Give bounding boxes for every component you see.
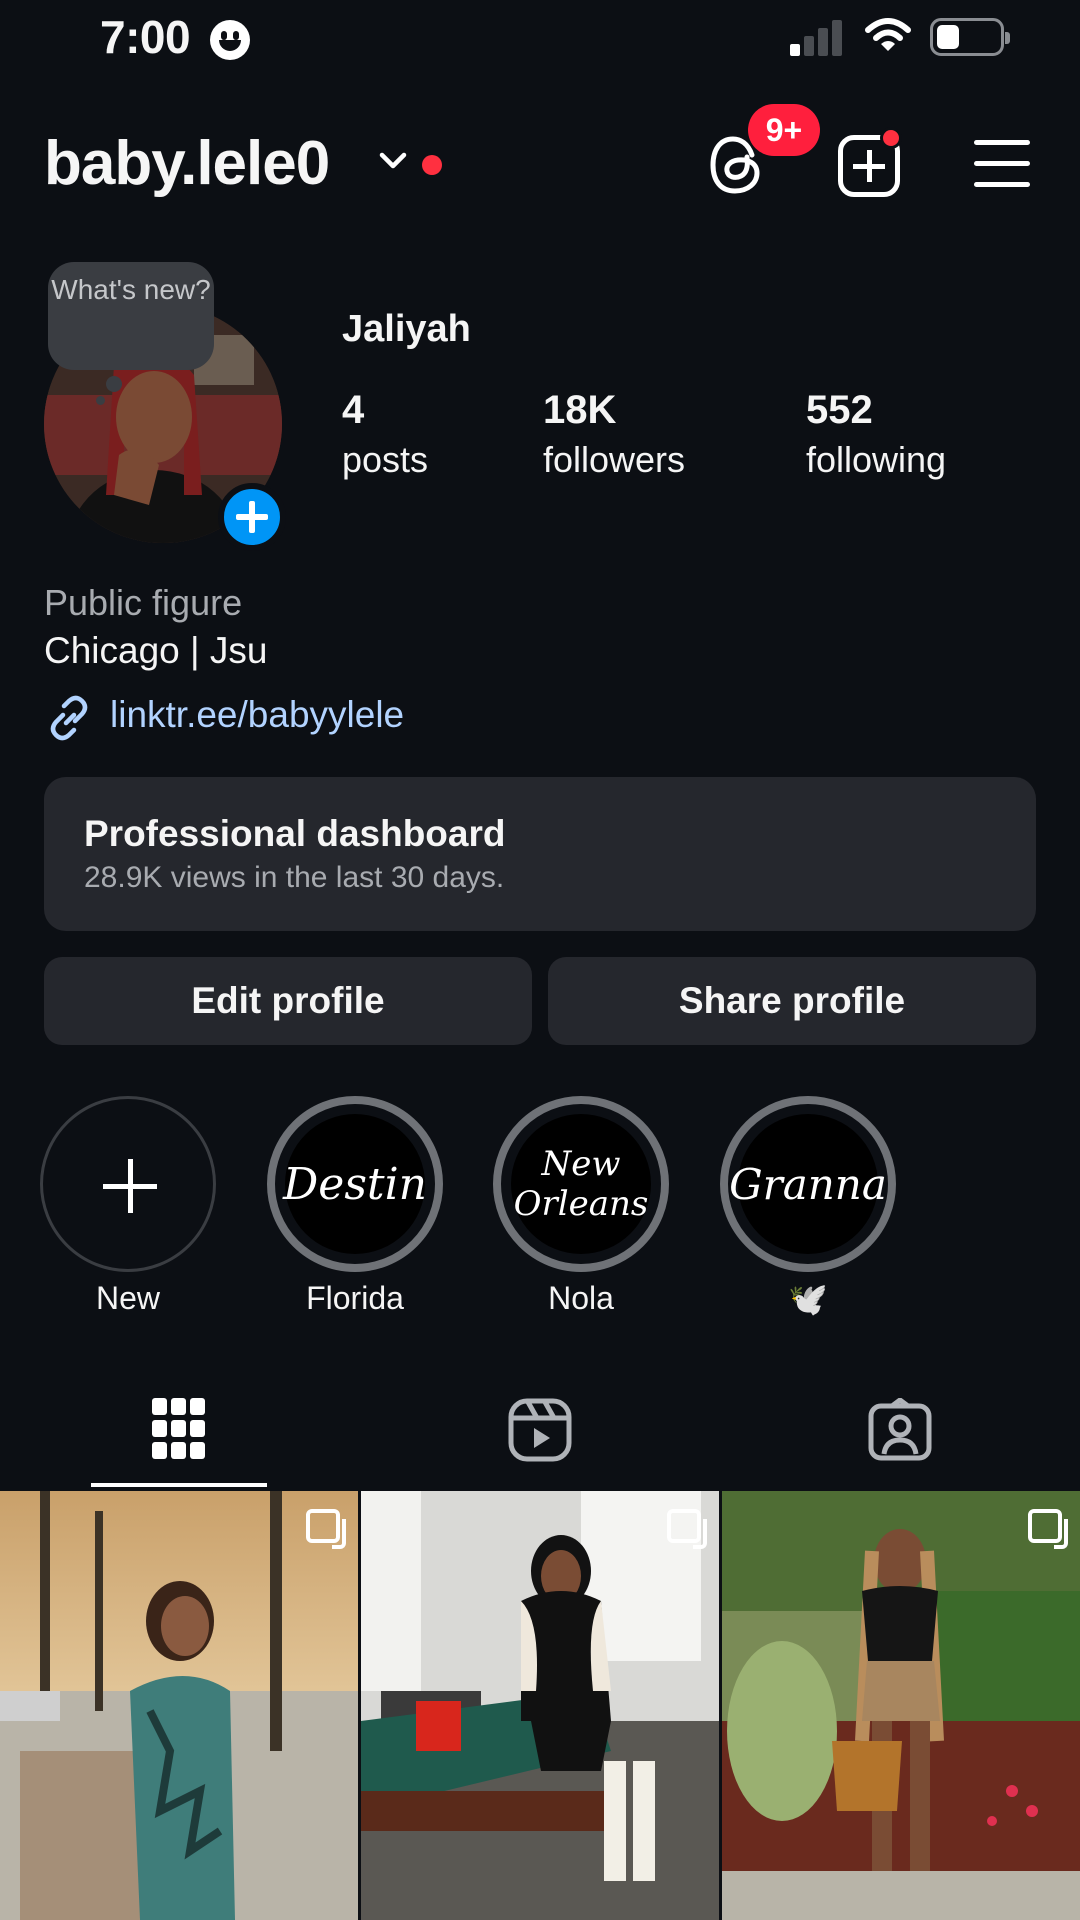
dashboard-title: Professional dashboard bbox=[84, 813, 506, 854]
highlight-florida[interactable]: Destin bbox=[267, 1096, 443, 1272]
link-icon bbox=[50, 695, 88, 741]
profile-category: Public figure bbox=[44, 582, 243, 623]
battery-icon bbox=[930, 18, 1010, 56]
account-notification-dot bbox=[422, 155, 442, 175]
note-bubble-tail-small bbox=[96, 396, 105, 405]
account-username[interactable]: baby.lele0 bbox=[44, 128, 330, 199]
highlight-label-dove: 🕊️ bbox=[788, 1281, 828, 1317]
professional-dashboard-card[interactable]: Professional dashboard 28.9K views in th… bbox=[44, 777, 1036, 931]
edit-profile-button[interactable]: Edit profile bbox=[44, 957, 532, 1045]
menu-icon[interactable] bbox=[974, 140, 1030, 203]
posts-count: 4 bbox=[342, 388, 365, 432]
highlight-cover-granna: Granna bbox=[729, 1114, 887, 1254]
new-highlight-button[interactable] bbox=[40, 1096, 216, 1272]
highlight-label-florida: Florida bbox=[306, 1280, 404, 1316]
tagged-icon[interactable] bbox=[868, 1398, 932, 1462]
post-thumbnail[interactable] bbox=[361, 1491, 719, 1920]
wifi-icon bbox=[865, 18, 911, 51]
smiley-icon bbox=[210, 20, 250, 60]
add-story-button[interactable] bbox=[218, 483, 286, 551]
create-notification-dot bbox=[880, 127, 902, 149]
reels-icon[interactable] bbox=[508, 1398, 572, 1462]
display-name: Jaliyah bbox=[342, 308, 471, 350]
profile-link[interactable]: linktr.ee/babyylele bbox=[110, 694, 404, 736]
post-thumbnail[interactable] bbox=[0, 1491, 358, 1920]
profile-bio: Chicago | Jsu bbox=[44, 630, 268, 671]
cellular-signal-icon bbox=[790, 20, 844, 56]
highlight-nola[interactable]: New Orleans bbox=[493, 1096, 669, 1272]
multiple-photos-icon bbox=[306, 1509, 346, 1549]
threads-badge: 9+ bbox=[748, 104, 820, 156]
followers-label: followers bbox=[543, 439, 686, 480]
highlight-dove[interactable]: Granna bbox=[720, 1096, 896, 1272]
highlight-cover-new-orleans: New Orleans bbox=[511, 1114, 651, 1254]
following-stat[interactable]: 552 following bbox=[806, 388, 946, 488]
highlight-label-new: New bbox=[95, 1280, 160, 1316]
share-profile-button[interactable]: Share profile bbox=[548, 957, 1036, 1045]
active-tab-indicator bbox=[91, 1483, 267, 1487]
followers-count: 18K bbox=[543, 388, 617, 432]
following-count: 552 bbox=[806, 388, 873, 432]
multiple-photos-icon bbox=[1028, 1509, 1068, 1549]
status-time: 7:00 bbox=[100, 11, 191, 63]
following-label: following bbox=[806, 439, 947, 480]
posts-stat[interactable]: 4 posts bbox=[342, 388, 428, 488]
multiple-photos-icon bbox=[667, 1509, 707, 1549]
chevron-down-icon[interactable] bbox=[378, 150, 408, 172]
highlight-cover-destin: Destin bbox=[283, 1114, 427, 1254]
highlight-label-nola: Nola bbox=[548, 1280, 614, 1316]
grid-icon[interactable] bbox=[152, 1398, 206, 1460]
post-thumbnail[interactable] bbox=[722, 1491, 1080, 1920]
followers-stat[interactable]: 18K followers bbox=[543, 388, 685, 488]
note-bubble-tail bbox=[106, 376, 122, 392]
note-bubble[interactable]: What's new? bbox=[48, 262, 214, 370]
dashboard-subtitle: 28.9K views in the last 30 days. bbox=[84, 861, 505, 894]
posts-label: posts bbox=[342, 439, 429, 480]
